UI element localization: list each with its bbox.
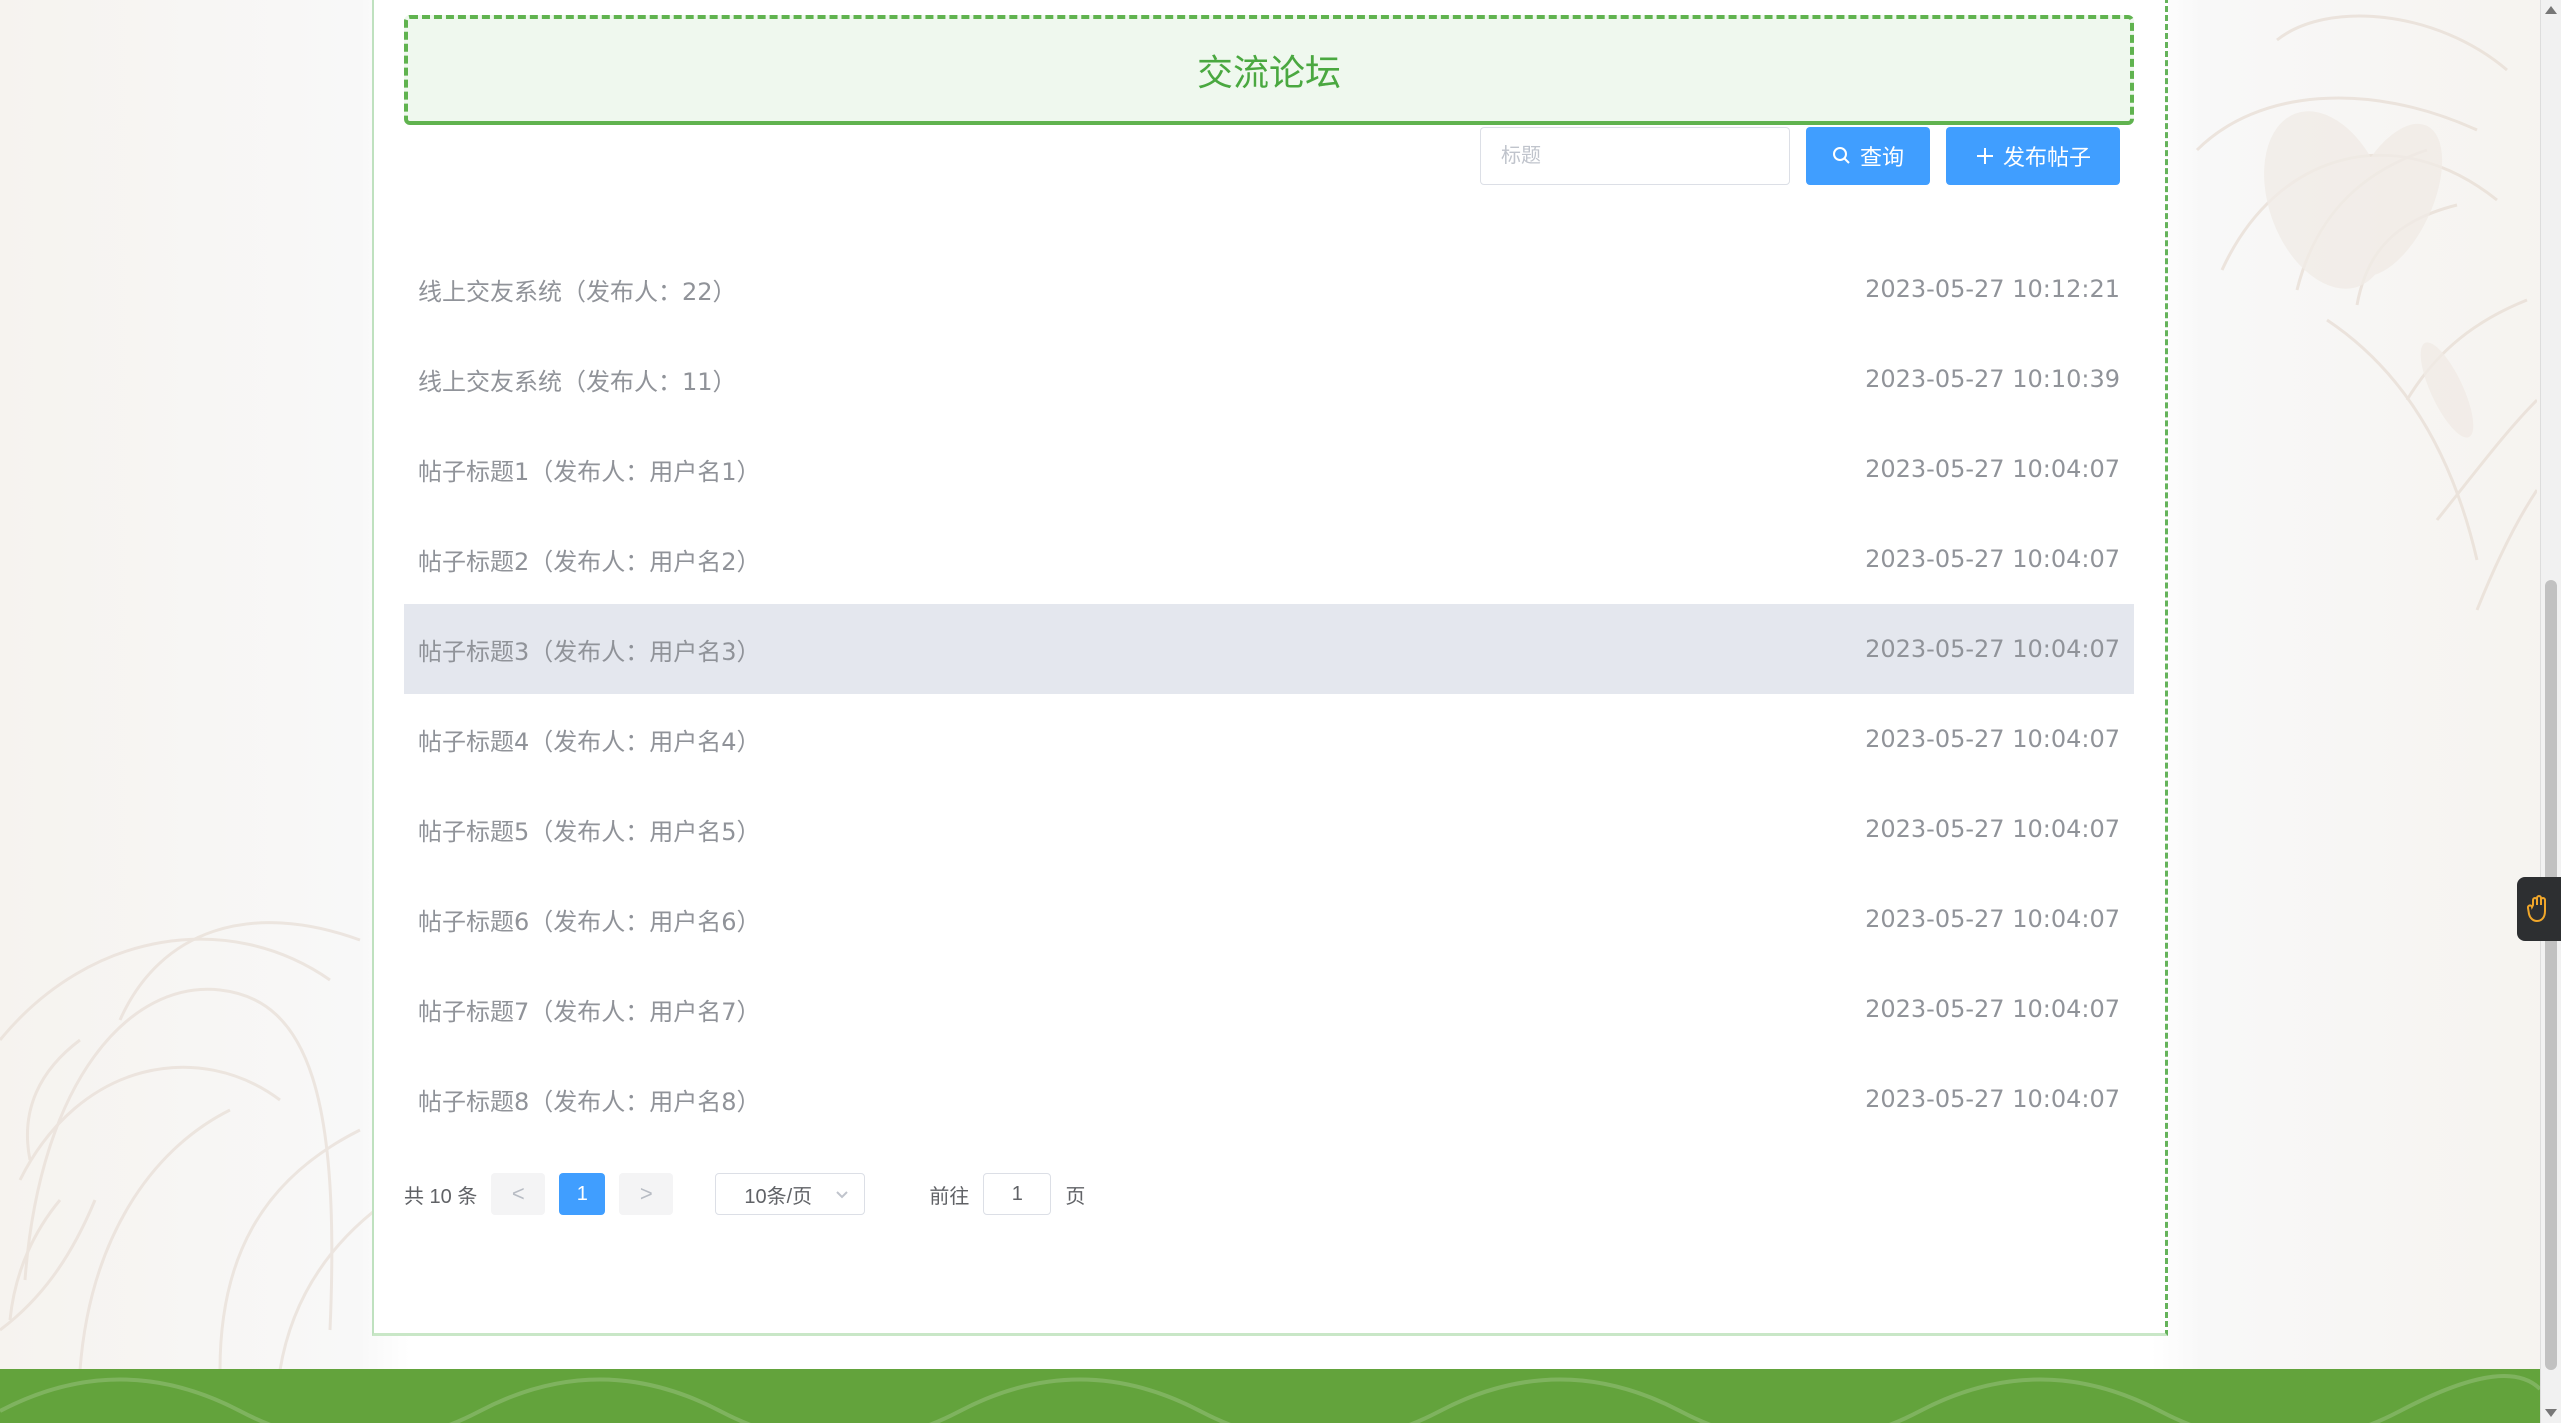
post-time: 2023-05-27 10:04:07: [1865, 995, 2120, 1023]
post-title: 线上交友系统（发布人：22）: [418, 277, 737, 306]
footer-decoration: [0, 1369, 2540, 1423]
query-button-label: 查询: [1859, 145, 1904, 170]
forum-main-panel: 交流论坛 查询 发布帖子: [372, 0, 2168, 1336]
search-icon: [1832, 146, 1852, 166]
title-search-input[interactable]: [1480, 127, 1790, 185]
footer-pattern: [0, 1374, 2540, 1423]
post-time: 2023-05-27 10:04:07: [1865, 905, 2120, 933]
lotus-decoration-left: [0, 921, 420, 1370]
post-time: 2023-05-27 10:04:07: [1865, 725, 2120, 753]
post-list: 线上交友系统（发布人：22） 2023-05-27 10:12:21 线上交友系…: [404, 244, 2134, 1144]
post-time: 2023-05-27 10:04:07: [1865, 455, 2120, 483]
jump-label: 前往: [929, 1185, 970, 1208]
post-time: 2023-05-27 10:04:07: [1865, 635, 2120, 663]
post-title: 帖子标题5（发布人：用户名5）: [418, 817, 761, 846]
post-title: 帖子标题6（发布人：用户名6）: [418, 907, 761, 936]
forum-page: 交流论坛 查询 发布帖子: [0, 0, 2561, 1423]
post-time: 2023-05-27 10:04:07: [1865, 815, 2120, 843]
publish-post-button[interactable]: 发布帖子: [1946, 127, 2120, 185]
next-page-button[interactable]: >: [619, 1173, 674, 1215]
post-row[interactable]: 线上交友系统（发布人：11） 2023-05-27 10:10:39: [404, 334, 2134, 424]
vertical-scrollbar[interactable]: [2540, 0, 2561, 1423]
post-title: 帖子标题8（发布人：用户名8）: [418, 1087, 761, 1116]
previous-page-button[interactable]: <: [491, 1173, 546, 1215]
post-title: 帖子标题2（发布人：用户名2）: [418, 547, 761, 576]
post-row[interactable]: 线上交友系统（发布人：22） 2023-05-27 10:12:21: [404, 244, 2134, 334]
post-title: 帖子标题7（发布人：用户名7）: [418, 997, 761, 1026]
post-row[interactable]: 帖子标题5（发布人：用户名5） 2023-05-27 10:04:07: [404, 784, 2134, 874]
post-row[interactable]: 帖子标题7（发布人：用户名7） 2023-05-27 10:04:07: [404, 964, 2134, 1054]
page-title: 交流论坛: [404, 15, 2134, 125]
post-title: 帖子标题1（发布人：用户名1）: [418, 457, 761, 486]
hand-icon: [2527, 893, 2551, 925]
post-title: 线上交友系统（发布人：11）: [418, 367, 737, 396]
post-row[interactable]: 帖子标题1（发布人：用户名1） 2023-05-27 10:04:07: [404, 424, 2134, 514]
post-time: 2023-05-27 10:04:07: [1865, 545, 2120, 573]
plus-icon: [1975, 146, 1995, 166]
post-time: 2023-05-27 10:12:21: [1865, 275, 2120, 303]
page-unit-label: 页: [1065, 1185, 1086, 1208]
scroll-thumb[interactable]: [2545, 580, 2557, 1370]
post-title: 帖子标题3（发布人：用户名3）: [418, 637, 761, 666]
scroll-up-arrow-icon[interactable]: [2545, 6, 2557, 14]
current-page-button[interactable]: 1: [559, 1173, 606, 1215]
page-size-value: 10条/页: [744, 1185, 813, 1208]
total-count: 共 10 条: [404, 1185, 478, 1208]
post-time: 2023-05-27 10:10:39: [1865, 365, 2120, 393]
post-row[interactable]: 帖子标题2（发布人：用户名2） 2023-05-27 10:04:07: [404, 514, 2134, 604]
chevron-down-icon: [834, 1186, 850, 1202]
post-row[interactable]: 帖子标题8（发布人：用户名8） 2023-05-27 10:04:07: [404, 1054, 2134, 1144]
scroll-down-arrow-icon[interactable]: [2545, 1409, 2557, 1417]
post-time: 2023-05-27 10:04:07: [1865, 1085, 2120, 1113]
publish-post-button-label: 发布帖子: [2002, 145, 2091, 170]
post-title: 帖子标题4（发布人：用户名4）: [418, 727, 761, 756]
jump-page-input[interactable]: [983, 1173, 1052, 1215]
post-row[interactable]: 帖子标题4（发布人：用户名4） 2023-05-27 10:04:07: [404, 694, 2134, 784]
query-button[interactable]: 查询: [1806, 127, 1930, 185]
post-row[interactable]: 帖子标题6（发布人：用户名6） 2023-05-27 10:04:07: [404, 874, 2134, 964]
page-size-select[interactable]: 10条/页: [715, 1173, 866, 1215]
post-row-hovered[interactable]: 帖子标题3（发布人：用户名3） 2023-05-27 10:04:07: [404, 604, 2134, 694]
forum-search-bar: 查询 发布帖子: [1480, 127, 2120, 185]
pagination: 共 10 条 < 1 > 10条/页 前往 页: [404, 1172, 1085, 1216]
side-floating-button[interactable]: [2517, 877, 2561, 941]
lotus-decoration-right: [2195, 14, 2537, 611]
